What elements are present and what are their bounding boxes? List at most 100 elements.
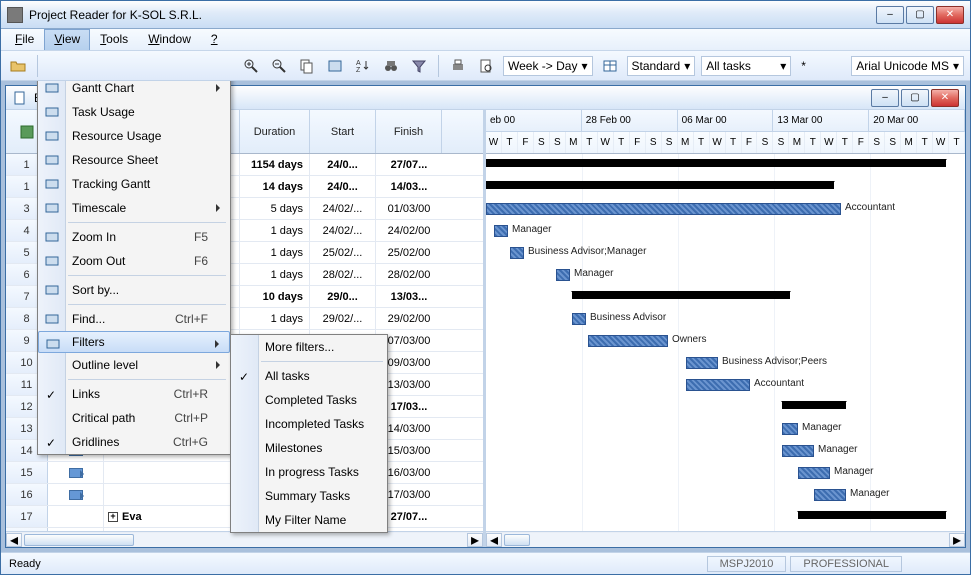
copy-image-button[interactable]: [324, 55, 346, 77]
menu-item-label: My Filter Name: [265, 513, 346, 527]
zoom-out-button[interactable]: [268, 55, 290, 77]
maximize-button[interactable]: ▢: [906, 6, 934, 24]
zoom-in-button[interactable]: [240, 55, 262, 77]
submenu-arrow-icon: [216, 204, 224, 212]
task-bar[interactable]: [572, 313, 586, 325]
menu-item-tracking-gantt[interactable]: Tracking Gantt: [38, 172, 230, 196]
menu-item-critical-path[interactable]: Critical pathCtrl+P: [38, 406, 230, 430]
task-bar[interactable]: [588, 335, 668, 347]
binoculars-icon: [383, 58, 399, 74]
minimize-button[interactable]: –: [876, 6, 904, 24]
print-preview-button[interactable]: [475, 55, 497, 77]
filter-item-milestones[interactable]: Milestones: [231, 436, 387, 460]
menu-item-task-usage[interactable]: Task Usage: [38, 100, 230, 124]
bar-label: Business Advisor;Manager: [528, 246, 646, 257]
menu-item-label: All tasks: [265, 369, 310, 383]
task-bar[interactable]: [798, 467, 830, 479]
menu-item-zoom-in[interactable]: Zoom InF5: [38, 225, 230, 249]
menu-window[interactable]: Window: [138, 29, 201, 50]
timescale-dropdown[interactable]: Week -> Day ▾: [503, 56, 593, 76]
task-bar[interactable]: [686, 379, 750, 391]
filter-item-completed-tasks[interactable]: Completed Tasks: [231, 388, 387, 412]
filter-dropdown[interactable]: All tasks ▾: [701, 56, 791, 76]
gantt-area[interactable]: AccountantManagerBusiness Advisor;Manage…: [486, 154, 965, 531]
font-dropdown[interactable]: Arial Unicode MS ▾: [851, 56, 964, 76]
child-minimize-button[interactable]: –: [871, 89, 899, 107]
menu-item-outline-level[interactable]: Outline level: [38, 353, 230, 377]
scroll-right-button[interactable]: ▸: [949, 533, 965, 547]
outline-toggle-icon[interactable]: +: [108, 512, 118, 522]
menu-file[interactable]: File: [5, 29, 44, 50]
menu-view[interactable]: View: [44, 29, 90, 50]
task-bar[interactable]: [814, 489, 846, 501]
menu-item-sort-by-[interactable]: Sort by...: [38, 278, 230, 302]
resource-sheet-icon: [44, 152, 60, 168]
scroll-thumb[interactable]: [504, 534, 530, 546]
filter-item-all-tasks[interactable]: ✓All tasks: [231, 364, 387, 388]
menu-help[interactable]: ?: [201, 29, 228, 50]
row-indicator: [48, 484, 104, 505]
find-button[interactable]: [380, 55, 402, 77]
child-close-button[interactable]: ✕: [931, 89, 959, 107]
summary-bar[interactable]: [572, 291, 790, 299]
summary-bar[interactable]: [782, 401, 846, 409]
menu-item-resource-sheet[interactable]: Resource Sheet: [38, 148, 230, 172]
summary-bar[interactable]: [486, 181, 834, 189]
task-bar[interactable]: [782, 445, 814, 457]
menu-item-filters[interactable]: Filters: [38, 331, 230, 353]
child-maximize-button[interactable]: ▢: [901, 89, 929, 107]
filter-button[interactable]: [408, 55, 430, 77]
filter-item-incompleted-tasks[interactable]: Incompleted Tasks: [231, 412, 387, 436]
week-cell: 06 Mar 00: [678, 110, 774, 132]
gantt-h-scrollbar[interactable]: ◂ ▸: [486, 531, 965, 547]
menu-item-resource-usage[interactable]: Resource Usage: [38, 124, 230, 148]
sort-button[interactable]: AZ: [352, 55, 374, 77]
menu-item-gridlines[interactable]: ✓GridlinesCtrl+G: [38, 430, 230, 454]
row-start: 29/0...: [310, 286, 376, 307]
filter-item-more-filters-[interactable]: More filters...: [231, 335, 387, 359]
scroll-thumb[interactable]: [24, 534, 134, 546]
menu-tools[interactable]: Tools: [90, 29, 138, 50]
view-table-button[interactable]: [599, 55, 621, 77]
task-bar[interactable]: [510, 247, 524, 259]
row-duration: 14 days: [240, 176, 310, 197]
menu-item-label: Milestones: [265, 441, 322, 455]
scroll-left-button[interactable]: ◂: [6, 533, 22, 547]
header-start[interactable]: Start: [310, 110, 376, 153]
menu-item-label: Incompleted Tasks: [265, 417, 364, 431]
check-icon: ✓: [46, 388, 58, 400]
scroll-right-button[interactable]: ▸: [467, 533, 483, 547]
task-bar[interactable]: [556, 269, 570, 281]
view-menu: Gantt Chart Task Usage Resource UsageResou…: [37, 81, 231, 455]
scroll-left-button[interactable]: ◂: [486, 533, 502, 547]
menu-item-gantt-chart[interactable]: Gantt Chart: [38, 81, 230, 100]
menu-item-label: Task Usage: [72, 105, 135, 119]
grid-h-scrollbar[interactable]: ◂ ▸: [6, 531, 483, 547]
menu-item-zoom-out[interactable]: Zoom OutF6: [38, 249, 230, 273]
filter-item-in-progress-tasks[interactable]: In progress Tasks: [231, 460, 387, 484]
menu-item-label: Sort by...: [72, 283, 119, 297]
summary-bar[interactable]: [798, 511, 946, 519]
filter-item-summary-tasks[interactable]: Summary Tasks: [231, 484, 387, 508]
filter-item-my-filter-name[interactable]: My Filter Name: [231, 508, 387, 532]
task-bar[interactable]: [686, 357, 718, 369]
zoom-in-icon: [243, 58, 259, 74]
window-title: Project Reader for K-SOL S.R.L.: [29, 8, 876, 22]
zoom-out-icon: [44, 253, 60, 269]
task-bar[interactable]: [494, 225, 508, 237]
view-dropdown[interactable]: Standard ▾: [627, 56, 696, 76]
open-button[interactable]: [7, 55, 29, 77]
day-cell: W: [821, 132, 837, 154]
print-button[interactable]: [447, 55, 469, 77]
summary-bar[interactable]: [486, 159, 946, 167]
header-duration[interactable]: Duration: [240, 110, 310, 153]
task-bar[interactable]: [782, 423, 798, 435]
close-button[interactable]: ✕: [936, 6, 964, 24]
task-bar[interactable]: [486, 203, 841, 215]
menu-item-find-[interactable]: Find...Ctrl+F: [38, 307, 230, 331]
copy-button[interactable]: [296, 55, 318, 77]
menu-item-timescale[interactable]: Timescale: [38, 196, 230, 220]
header-finish[interactable]: Finish: [376, 110, 442, 153]
day-cell: T: [694, 132, 710, 154]
menu-item-links[interactable]: ✓LinksCtrl+R: [38, 382, 230, 406]
